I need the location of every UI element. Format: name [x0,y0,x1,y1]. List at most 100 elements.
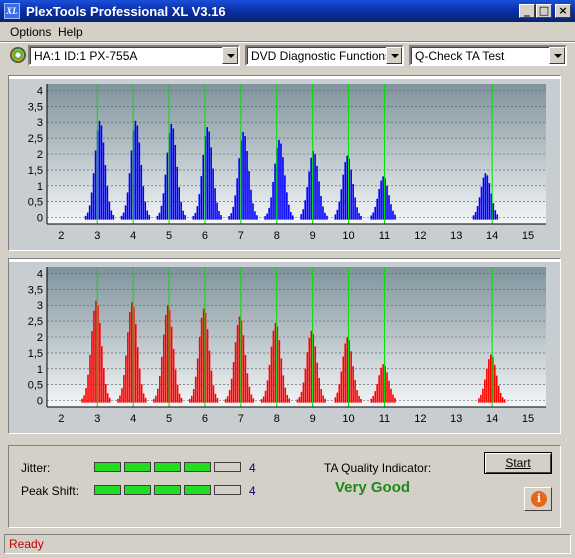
data-bar [208,131,210,220]
y-tick-label: 2,5 [28,133,43,145]
data-bar [125,355,127,403]
data-bar [370,398,373,403]
test-select[interactable]: Q-Check TA Test [409,45,567,66]
data-bar [178,187,180,220]
data-bar [372,396,375,403]
x-tick-label: 7 [238,230,244,242]
data-bar [316,362,319,403]
x-tick-label: 3 [94,230,100,242]
data-bar [248,171,250,220]
data-bar [182,210,184,220]
data-bar [124,205,127,220]
data-bar [236,178,238,220]
app-logo-icon: XL [4,3,20,19]
data-bar [326,215,328,220]
chevron-down-icon[interactable] [386,47,402,64]
jitter-value: 4 [249,461,256,475]
x-tick-label: 14 [486,413,498,425]
chart-pit: 0 0,5 1 1,5 2 2,5 3 3,5 4 2 3 4 5 6 7 8 9 10 11 12 13 14 15 [9,259,560,433]
menu-options[interactable]: Options [10,25,51,39]
data-bar [244,136,246,220]
menu-bar: Options Help [0,22,575,41]
x-tick-label: 15 [522,413,534,425]
x-tick-label: 4 [130,230,136,242]
data-bar [226,396,229,403]
metrics-panel [8,445,561,528]
drive-select[interactable]: HA:1 ID:1 PX-755A [28,45,240,66]
y-tick-label: 0,5 [28,380,43,392]
data-bar [140,384,143,403]
data-bar [392,210,394,220]
y-tick-label: 1 [37,364,43,376]
info-button[interactable]: i [524,487,552,511]
disc-icon [10,47,26,63]
peak-shift-value: 4 [249,484,256,498]
data-bar [324,398,326,403]
drive-select-value: HA:1 ID:1 PX-755A [34,49,138,63]
data-bar [266,213,268,220]
data-bar [138,368,141,403]
data-bar [334,214,337,220]
data-bar [117,398,119,403]
data-bar [272,181,274,220]
start-button[interactable]: Start [484,452,552,474]
data-bar [129,312,131,403]
data-bar [308,337,311,403]
data-bar [198,194,201,220]
data-bar [390,388,392,403]
data-bar [356,390,358,403]
y-tick-label: 0 [37,396,43,408]
data-bar [212,168,214,220]
close-button[interactable]: × [555,4,571,18]
data-bar [302,382,305,403]
data-bar [94,150,97,220]
data-bar [91,331,93,403]
data-bar [314,154,316,220]
data-bar [90,192,93,220]
x-tick-label: 13 [450,230,462,242]
data-bar [386,372,388,403]
data-bar [153,398,155,403]
data-bar [200,176,203,220]
data-bar [476,206,479,220]
data-bar [146,210,149,220]
data-bar [232,362,235,403]
data-bar [176,166,179,220]
data-bar [101,346,103,403]
data-bar [296,399,299,403]
data-bar [234,342,237,403]
data-bar [320,388,322,403]
maximize-button[interactable]: □ [536,4,552,18]
data-bar [148,214,151,220]
data-bar [288,398,291,403]
data-bar [123,375,125,403]
data-bar [342,174,345,220]
data-bar [322,395,324,403]
data-bar [310,157,312,220]
data-bar [102,142,105,220]
data-bar [394,214,396,220]
data-bar [98,120,101,220]
data-bar [360,215,362,220]
data-bar [184,215,186,220]
data-bar [292,215,294,220]
data-bar [99,322,101,403]
minimize-button[interactable]: _ [519,4,535,18]
data-bar [489,354,492,403]
data-bar [484,173,487,220]
chevron-down-icon[interactable] [222,47,238,64]
data-bar [142,186,145,220]
data-bar [318,181,320,220]
data-bar [284,387,287,403]
chevron-down-icon[interactable] [549,47,565,64]
menu-help[interactable]: Help [58,25,83,39]
data-bar [93,310,95,403]
y-tick-label: 0,5 [28,197,43,209]
y-tick-label: 3 [37,300,43,312]
x-tick-label: 12 [414,413,426,425]
data-bar [482,388,484,403]
data-bar [164,314,167,403]
function-select[interactable]: DVD Diagnostic Functions [245,45,404,66]
data-bar [316,165,318,220]
data-bar [472,215,475,220]
